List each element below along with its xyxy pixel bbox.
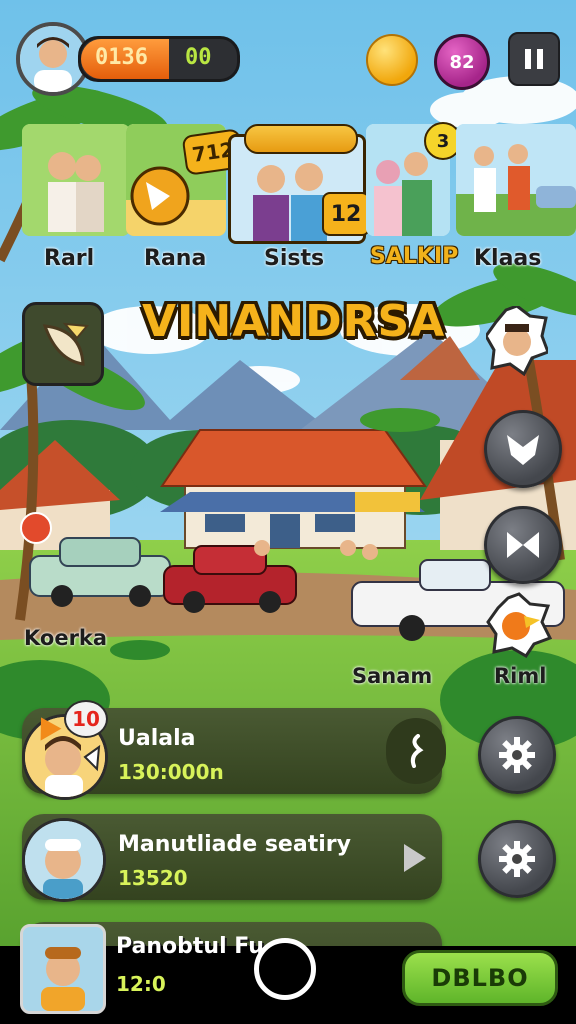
list-item-2-title: Manutliade seatiry <box>118 832 351 857</box>
street-icon <box>456 124 576 236</box>
currency-bar: 0136 00 <box>78 36 240 82</box>
list-item-1-title: Ualala <box>118 726 196 751</box>
capped-man-icon <box>25 821 103 899</box>
list-item-1-time: 130:000n <box>118 760 224 784</box>
primary-green-button[interactable]: DBLBO <box>402 950 558 1006</box>
carousel-label-5: Klaas <box>474 246 542 271</box>
pause-button[interactable] <box>508 32 560 86</box>
settings-button-2[interactable] <box>478 820 556 898</box>
fox-button[interactable] <box>484 410 562 488</box>
location-pin-icon[interactable] <box>20 512 52 544</box>
rooster-icon <box>486 592 553 658</box>
map-label-center: Sanam <box>352 664 433 688</box>
carousel-label-1: Rarl <box>44 246 95 271</box>
fox-icon <box>507 435 539 465</box>
list-item-3-time: 12:0 <box>116 972 166 996</box>
game-scene: 0136 00 82 712 12 3 Rarl Rana Sists SALK… <box>0 0 576 1024</box>
game-title: VINANDRSA <box>142 296 446 347</box>
shutter-button[interactable] <box>254 938 316 1000</box>
carousel-tile-1[interactable] <box>22 124 130 236</box>
gold-coin-icon[interactable] <box>366 34 418 86</box>
gear-icon <box>499 841 535 877</box>
list-item-2-time: 13520 <box>118 866 188 890</box>
key-icon <box>410 734 424 768</box>
player-portrait-icon <box>20 26 86 92</box>
pause-icon <box>525 49 543 69</box>
coin-count: 0136 <box>95 45 148 70</box>
map-label-right: Riml <box>494 664 547 688</box>
settings-button-1[interactable] <box>478 716 556 794</box>
bowtie-icon <box>507 532 539 558</box>
list-item-1-badge: 10 <box>64 700 108 738</box>
horn-button[interactable] <box>22 302 104 386</box>
map-label-left: Koerka <box>24 626 108 650</box>
banner-icon <box>244 124 358 154</box>
primary-green-button-label: DBLBO <box>431 964 529 992</box>
hatted-boy-icon <box>23 927 103 1011</box>
play-arrow-icon[interactable] <box>402 842 428 874</box>
list-item-2-avatar <box>22 818 106 902</box>
couple-icon <box>22 124 130 236</box>
key-button[interactable] <box>386 718 446 784</box>
badge-count: 82 <box>449 51 475 73</box>
carousel-label-3: Sists <box>264 246 325 271</box>
list-item-3-title-overlay: Panobtul Fu <box>116 934 264 959</box>
gear-icon <box>499 737 535 773</box>
character-portrait-icon <box>484 304 550 377</box>
notification-badge[interactable]: 82 <box>434 34 490 90</box>
gem-count: 00 <box>185 45 212 70</box>
skip-button[interactable] <box>484 506 562 584</box>
rooster-badge[interactable] <box>486 592 553 658</box>
carousel-tile-5[interactable] <box>456 124 576 236</box>
carousel-label-4: SALKIP <box>370 244 459 269</box>
horn-icon <box>42 322 89 366</box>
character-badge[interactable] <box>484 304 550 377</box>
tile-3-badge: 12 <box>322 192 370 236</box>
list-item-3-avatar <box>20 924 106 1014</box>
carousel-label-2: Rana <box>144 246 207 271</box>
